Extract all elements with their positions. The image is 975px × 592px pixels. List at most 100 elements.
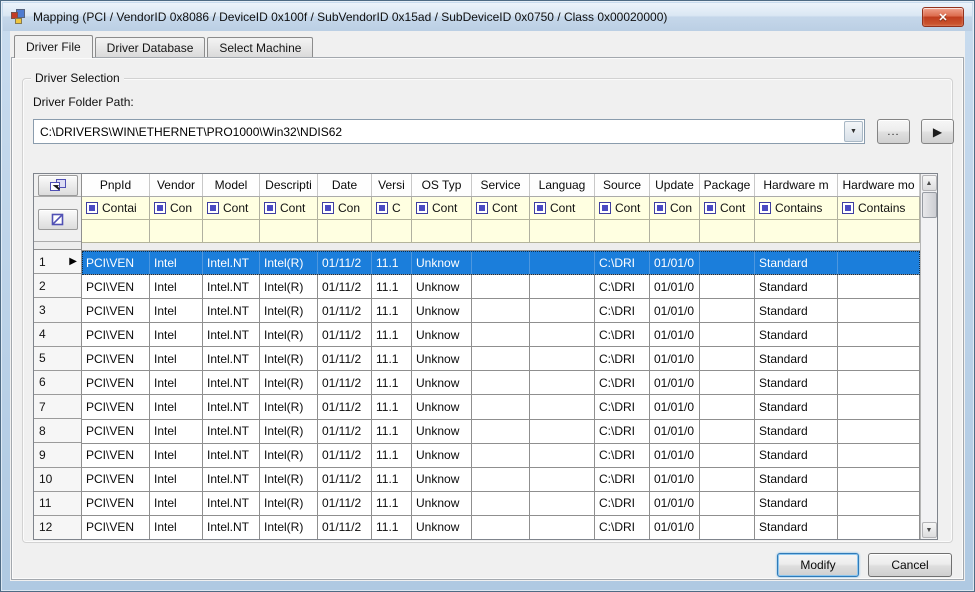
filter-cell-os-typ[interactable]: Cont — [412, 197, 472, 219]
grid-cell-os-typ[interactable]: Unknow — [412, 299, 472, 322]
modify-button[interactable]: Modify — [777, 553, 859, 577]
grid-cell-languag[interactable] — [530, 299, 595, 322]
title-bar[interactable]: Mapping (PCI / VendorID 0x8086 / DeviceI… — [3, 3, 972, 31]
grid-cell-hardware-mo[interactable] — [838, 492, 920, 515]
grid-cell-versi[interactable]: 11.1 — [372, 395, 412, 418]
grid-cell-update[interactable]: 01/01/0 — [650, 251, 700, 274]
grid-cell-date[interactable]: 01/11/2 — [318, 420, 372, 443]
column-header-os-typ[interactable]: OS Typ — [412, 174, 472, 196]
grid-cell-source[interactable]: C:\DRI — [595, 275, 650, 298]
grid-cell-model[interactable]: Intel.NT — [203, 347, 260, 370]
table-row[interactable]: PCI\VENIntelIntel.NTIntel(R)01/11/211.1U… — [82, 492, 920, 516]
grid-cell-hardware-m[interactable]: Standard — [755, 492, 838, 515]
column-header-descripti[interactable]: Descripti — [260, 174, 318, 196]
load-drivers-button[interactable]: ▶ — [921, 119, 954, 144]
grid-cell-descripti[interactable]: Intel(R) — [260, 371, 318, 394]
grid-cell-versi[interactable]: 11.1 — [372, 299, 412, 322]
grid-cell-package[interactable] — [700, 468, 755, 491]
filter-cell-languag[interactable]: Cont — [530, 197, 595, 219]
row-header[interactable]: 11 — [34, 492, 81, 516]
filter-value-cell-languag[interactable] — [530, 220, 595, 242]
grid-cell-pnpid[interactable]: PCI\VEN — [82, 468, 150, 491]
table-row[interactable]: PCI\VENIntelIntel.NTIntel(R)01/11/211.1U… — [82, 323, 920, 347]
grid-cell-update[interactable]: 01/01/0 — [650, 347, 700, 370]
grid-cell-vendor[interactable]: Intel — [150, 516, 203, 539]
column-header-update[interactable]: Update — [650, 174, 700, 196]
filter-value-cell-hardware-m[interactable] — [755, 220, 838, 242]
row-header[interactable]: 9 — [34, 443, 81, 467]
table-row[interactable]: PCI\VENIntelIntel.NTIntel(R)01/11/211.1U… — [82, 251, 920, 275]
grid-cell-os-typ[interactable]: Unknow — [412, 516, 472, 539]
grid-cell-source[interactable]: C:\DRI — [595, 516, 650, 539]
grid-cell-package[interactable] — [700, 347, 755, 370]
filter-contains-icon[interactable] — [842, 202, 854, 214]
grid-cell-descripti[interactable]: Intel(R) — [260, 347, 318, 370]
grid-cell-descripti[interactable]: Intel(R) — [260, 299, 318, 322]
filter-value-cell-date[interactable] — [318, 220, 372, 242]
grid-cell-update[interactable]: 01/01/0 — [650, 516, 700, 539]
grid-cell-pnpid[interactable]: PCI\VEN — [82, 516, 150, 539]
tab-driver-database[interactable]: Driver Database — [95, 37, 206, 57]
row-header[interactable]: 7 — [34, 395, 81, 419]
grid-cell-languag[interactable] — [530, 395, 595, 418]
grid-cell-os-typ[interactable]: Unknow — [412, 420, 472, 443]
grid-cell-hardware-mo[interactable] — [838, 347, 920, 370]
grid-cell-versi[interactable]: 11.1 — [372, 371, 412, 394]
grid-cell-pnpid[interactable]: PCI\VEN — [82, 299, 150, 322]
grid-cell-descripti[interactable]: Intel(R) — [260, 516, 318, 539]
grid-cell-os-typ[interactable]: Unknow — [412, 444, 472, 467]
grid-cell-model[interactable]: Intel.NT — [203, 516, 260, 539]
driver-folder-path-value[interactable]: C:\DRIVERS\WIN\ETHERNET\PRO1000\Win32\ND… — [34, 125, 844, 139]
grid-cell-hardware-mo[interactable] — [838, 516, 920, 539]
grid-cell-descripti[interactable]: Intel(R) — [260, 444, 318, 467]
grid-cell-vendor[interactable]: Intel — [150, 251, 203, 274]
filter-value-cell-service[interactable] — [472, 220, 530, 242]
grid-cell-hardware-mo[interactable] — [838, 444, 920, 467]
grid-cell-package[interactable] — [700, 323, 755, 346]
grid-cell-pnpid[interactable]: PCI\VEN — [82, 275, 150, 298]
grid-cell-vendor[interactable]: Intel — [150, 299, 203, 322]
cancel-button[interactable]: Cancel — [868, 553, 952, 577]
grid-cell-vendor[interactable]: Intel — [150, 371, 203, 394]
filter-value-cell-vendor[interactable] — [150, 220, 203, 242]
grid-cell-service[interactable] — [472, 516, 530, 539]
filter-cell-versi[interactable]: C — [372, 197, 412, 219]
grid-cell-date[interactable]: 01/11/2 — [318, 323, 372, 346]
grid-cell-date[interactable]: 01/11/2 — [318, 492, 372, 515]
filter-value-cell-update[interactable] — [650, 220, 700, 242]
grid-cell-vendor[interactable]: Intel — [150, 395, 203, 418]
grid-cell-versi[interactable]: 11.1 — [372, 492, 412, 515]
grid-cell-descripti[interactable]: Intel(R) — [260, 395, 318, 418]
grid-cell-package[interactable] — [700, 395, 755, 418]
grid-cell-date[interactable]: 01/11/2 — [318, 516, 372, 539]
row-header[interactable]: 10 — [34, 468, 81, 492]
grid-cell-service[interactable] — [472, 299, 530, 322]
grid-cell-date[interactable]: 01/11/2 — [318, 299, 372, 322]
filter-contains-icon[interactable] — [86, 202, 98, 214]
grid-cell-os-typ[interactable]: Unknow — [412, 275, 472, 298]
grid-cell-model[interactable]: Intel.NT — [203, 492, 260, 515]
grid-cell-update[interactable]: 01/01/0 — [650, 468, 700, 491]
grid-cell-hardware-m[interactable]: Standard — [755, 251, 838, 274]
grid-cell-service[interactable] — [472, 395, 530, 418]
grid-cell-service[interactable] — [472, 371, 530, 394]
filter-cell-vendor[interactable]: Con — [150, 197, 203, 219]
grid-cell-update[interactable]: 01/01/0 — [650, 395, 700, 418]
column-header-vendor[interactable]: Vendor — [150, 174, 203, 196]
grid-cell-source[interactable]: C:\DRI — [595, 444, 650, 467]
scroll-up-button[interactable]: ▲ — [922, 175, 937, 191]
grid-cell-hardware-m[interactable]: Standard — [755, 347, 838, 370]
grid-cell-languag[interactable] — [530, 468, 595, 491]
grid-cell-service[interactable] — [472, 275, 530, 298]
grid-cell-languag[interactable] — [530, 516, 595, 539]
filter-contains-icon[interactable] — [264, 202, 276, 214]
filter-contains-icon[interactable] — [154, 202, 166, 214]
grid-cell-pnpid[interactable]: PCI\VEN — [82, 323, 150, 346]
grid-cell-pnpid[interactable]: PCI\VEN — [82, 492, 150, 515]
filter-contains-icon[interactable] — [416, 202, 428, 214]
filter-value-cell-os-typ[interactable] — [412, 220, 472, 242]
filter-contains-icon[interactable] — [376, 202, 388, 214]
grid-cell-model[interactable]: Intel.NT — [203, 395, 260, 418]
clear-filter-button[interactable] — [38, 209, 78, 230]
grid-cell-model[interactable]: Intel.NT — [203, 420, 260, 443]
